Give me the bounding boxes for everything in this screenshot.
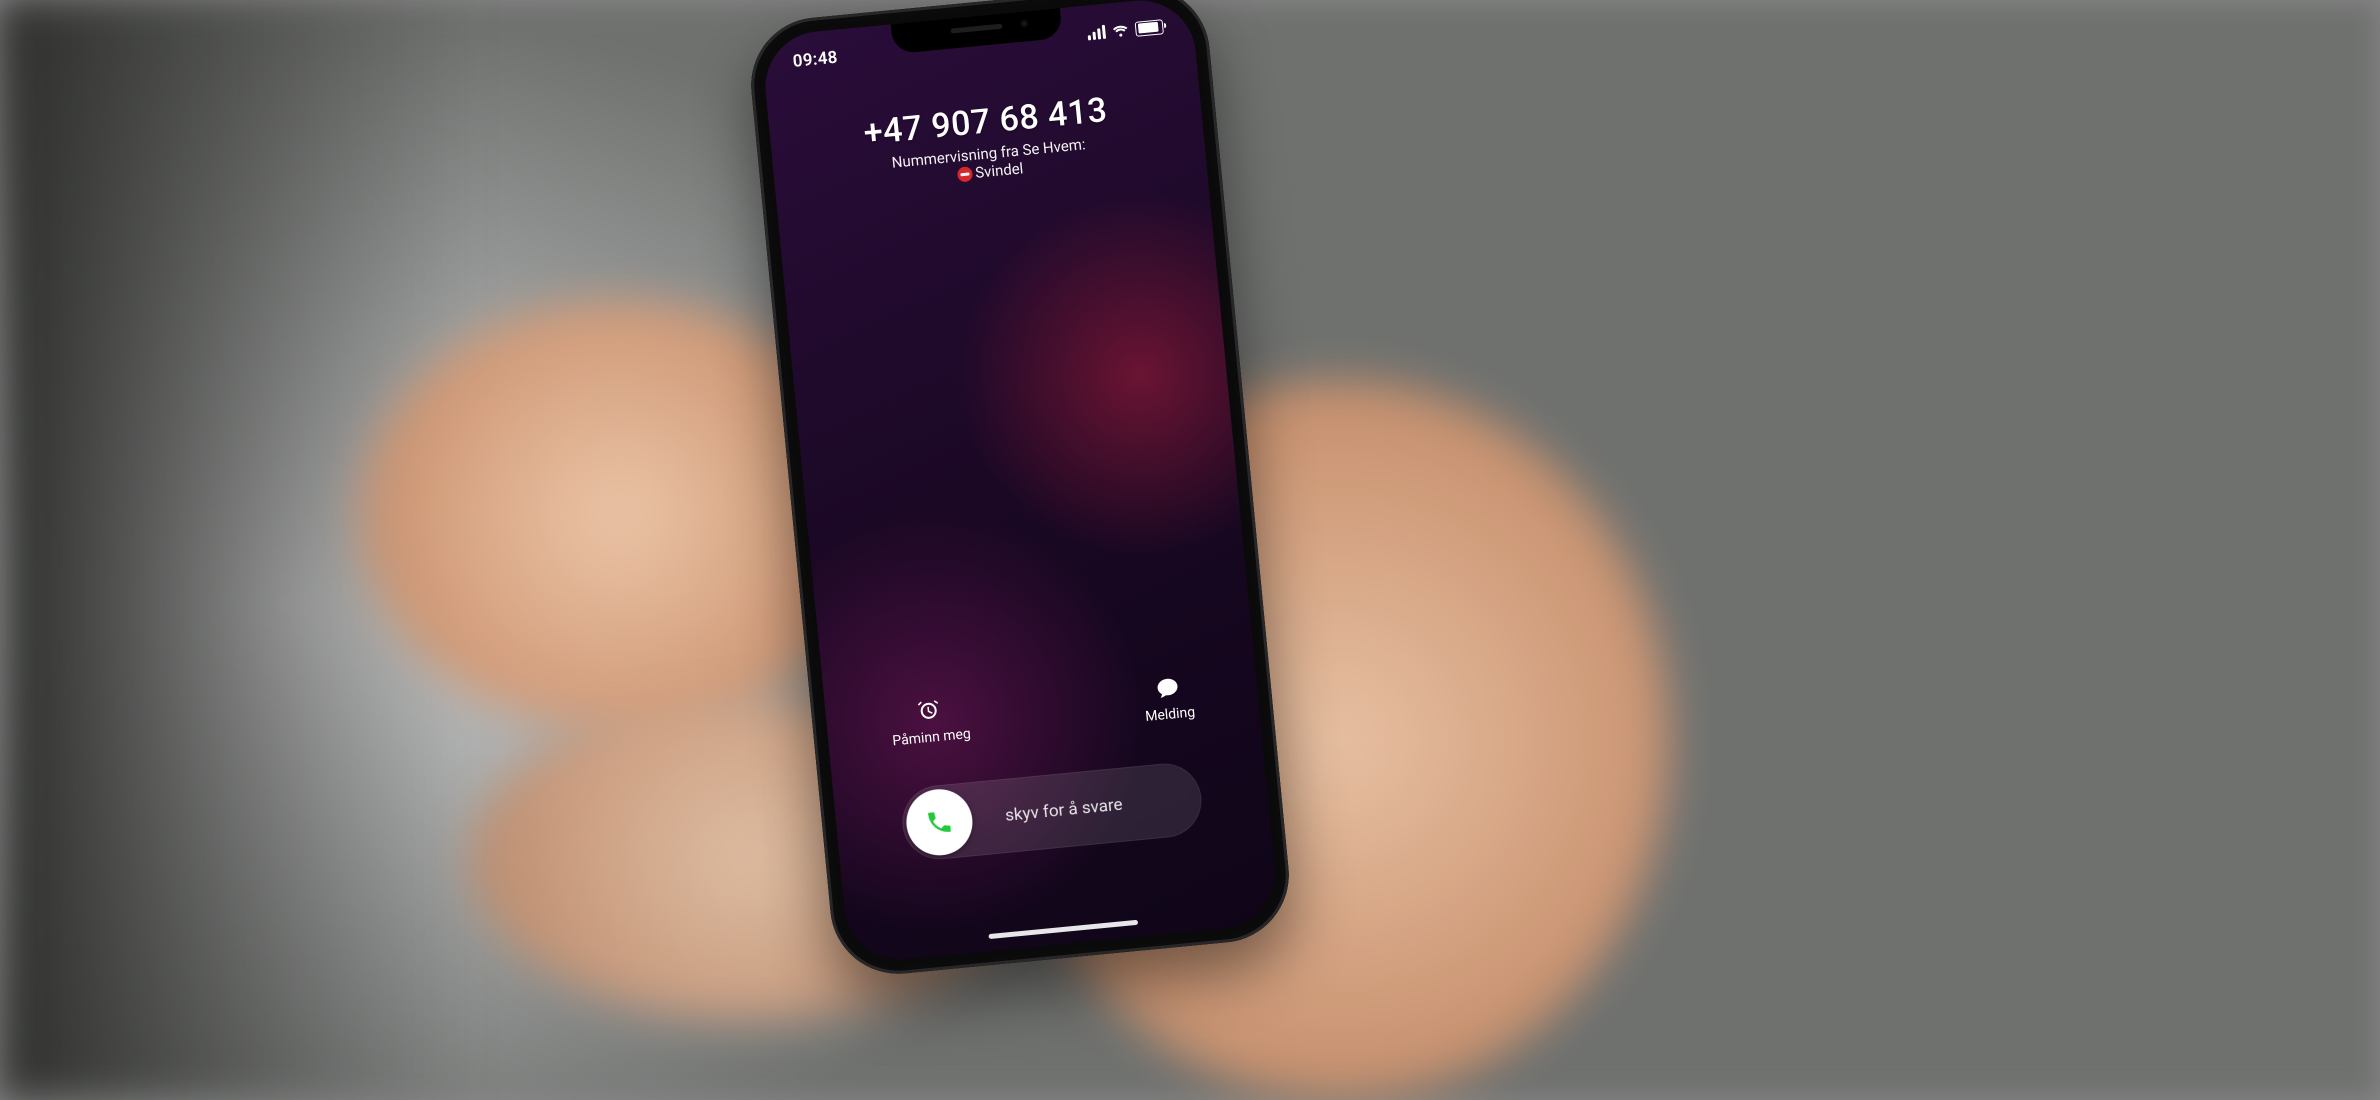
remind-me-button[interactable]: Påminn meg (889, 694, 972, 749)
status-time: 09:48 (792, 48, 839, 72)
message-bubble-icon (1153, 674, 1181, 702)
phone-frame: 09:48 +47 907 68 413 Nummervisning fra S… (745, 0, 1295, 980)
phone-screen: 09:48 +47 907 68 413 Nummervisning fra S… (760, 0, 1279, 965)
message-button[interactable]: Melding (1142, 672, 1196, 725)
remind-me-label: Påminn meg (892, 726, 972, 749)
cellular-signal-icon (1087, 25, 1106, 41)
slide-to-answer[interactable]: skyv for å svare (899, 760, 1205, 862)
call-actions-row: Påminn meg Melding (825, 666, 1260, 755)
wifi-icon (1111, 20, 1131, 40)
no-entry-icon (957, 166, 973, 182)
message-label: Melding (1145, 704, 1196, 725)
alarm-clock-icon (915, 697, 943, 725)
phone-handset-icon (924, 807, 955, 838)
slide-to-answer-label: skyv for å svare (975, 787, 1202, 829)
battery-icon (1135, 19, 1164, 37)
incoming-call-info: +47 907 68 413 Nummervisning fra Se Hvem… (769, 81, 1207, 201)
caller-id-label: Svindel (974, 159, 1024, 182)
answer-knob[interactable] (903, 786, 975, 858)
home-indicator[interactable] (988, 920, 1138, 939)
phone: 09:48 +47 907 68 413 Nummervisning fra S… (745, 0, 1295, 980)
